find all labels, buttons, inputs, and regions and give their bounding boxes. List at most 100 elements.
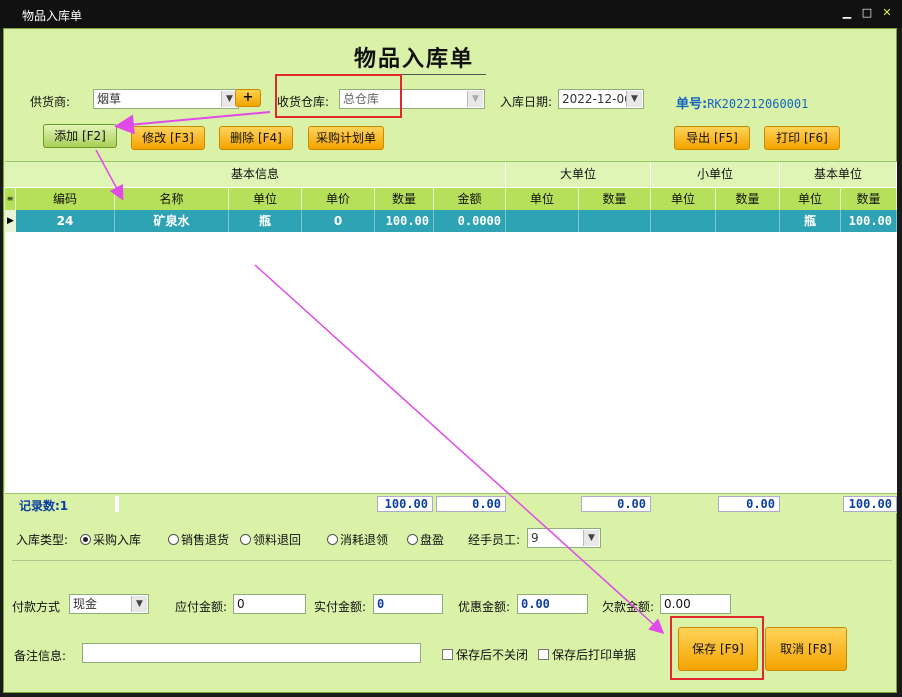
warehouse-label: 收货仓库: (277, 95, 330, 109)
save-button[interactable]: 保存 [F9] (678, 627, 758, 671)
cell-unit[interactable]: 瓶 (229, 210, 302, 232)
row-pointer-icon: ▶ (5, 210, 16, 232)
radio-consume-return[interactable]: 消耗退领 (327, 531, 388, 548)
items-grid: 基本信息 大单位 小单位 基本单位 ≡ 编码 名称 单位 单价 数量 金额 单位… (5, 161, 897, 513)
cell-price[interactable]: 0 (302, 210, 375, 232)
cell-big-unit[interactable] (506, 210, 579, 232)
payment-method-combo[interactable]: 现金 ▼ (69, 594, 149, 614)
checkbox-no-close[interactable]: 保存后不关闭 (442, 646, 528, 663)
checkbox-icon (442, 649, 453, 660)
col-name[interactable]: 名称 (115, 188, 229, 210)
radio-material-return[interactable]: 领料退回 (240, 531, 301, 548)
checkbox-icon (538, 649, 549, 660)
payable-input[interactable]: 0 (233, 594, 306, 614)
remark-label: 备注信息: (14, 649, 67, 663)
col-amount[interactable]: 金额 (434, 188, 506, 210)
payment-method-value: 现金 (73, 597, 98, 611)
title-underline (358, 74, 486, 75)
col-price[interactable]: 单价 (302, 188, 375, 210)
handler-combo[interactable]: 9 ▼ (527, 528, 601, 548)
minimize-icon[interactable]: ▁ (840, 6, 854, 20)
supplier-combo[interactable]: 烟草 ▼ (93, 89, 239, 109)
close-icon[interactable]: ✕ (880, 6, 894, 20)
remark-input[interactable] (82, 643, 421, 663)
col-small-qty[interactable]: 数量 (716, 188, 780, 210)
cancel-button[interactable]: 取消 [F8] (765, 627, 847, 671)
warehouse-combo[interactable]: 总仓库 ▼ (339, 89, 485, 109)
cell-amount[interactable]: 0.0000 (434, 210, 506, 232)
radio-sales-return-label: 销售退货 (181, 533, 230, 547)
radio-checked-icon (80, 534, 91, 545)
form-title: 物品入库单 (354, 46, 475, 72)
radio-inventory-gain[interactable]: 盘盈 (407, 531, 444, 548)
col-qty[interactable]: 数量 (375, 188, 434, 210)
date-label: 入库日期: (500, 95, 553, 109)
record-count: 记录数:1 (19, 499, 69, 513)
cell-small-unit[interactable] (651, 210, 716, 232)
owed-input[interactable]: 0.00 (660, 594, 731, 614)
group-big-unit: 大单位 (506, 162, 651, 188)
chevron-down-icon[interactable]: ▼ (131, 596, 147, 612)
cell-code[interactable]: 24 (16, 210, 115, 232)
total-big: 0.00 (581, 496, 651, 512)
divider (12, 560, 892, 561)
cell-small-qty[interactable] (716, 210, 780, 232)
radio-unchecked-icon (327, 534, 338, 545)
add-button[interactable]: 添加 [F2] (43, 124, 117, 148)
supplier-label: 供货商: (30, 95, 71, 109)
total-amount: 0.00 (436, 496, 506, 512)
inbound-type-label: 入库类型: (16, 533, 69, 547)
table-row[interactable]: ▶ 24 矿泉水 瓶 0 100.00 0.0000 瓶 100.00 (5, 210, 897, 232)
window-title: 物品入库单 (22, 9, 83, 23)
col-big-qty[interactable]: 数量 (579, 188, 651, 210)
maximize-icon[interactable]: □ (860, 6, 874, 20)
chevron-down-icon[interactable]: ▼ (467, 91, 483, 107)
col-base-qty[interactable]: 数量 (841, 188, 897, 210)
export-button[interactable]: 导出 [F5] (674, 126, 750, 150)
total-qty: 100.00 (377, 496, 433, 512)
chevron-down-icon[interactable]: ▼ (583, 530, 599, 546)
print-button[interactable]: 打印 [F6] (764, 126, 840, 150)
delete-button[interactable]: 删除 [F4] (219, 126, 293, 150)
chevron-down-icon[interactable]: ▼ (626, 91, 642, 107)
col-code[interactable]: 编码 (16, 188, 115, 210)
warehouse-value: 总仓库 (343, 92, 380, 106)
purchase-plan-button[interactable]: 采购计划单 (308, 126, 384, 150)
footer-spacer (115, 496, 119, 512)
handler-label: 经手员工: (468, 533, 521, 547)
paid-input[interactable]: 0 (373, 594, 443, 614)
cell-big-qty[interactable] (579, 210, 651, 232)
add-supplier-button[interactable]: + (235, 89, 261, 107)
col-big-unit[interactable]: 单位 (506, 188, 579, 210)
radio-unchecked-icon (407, 534, 418, 545)
radio-purchase[interactable]: 采购入库 (80, 531, 141, 548)
order-number: 单号:RK202212060001 (676, 93, 808, 112)
discount-input[interactable]: 0.00 (517, 594, 588, 614)
radio-unchecked-icon (168, 534, 179, 545)
cell-name[interactable]: 矿泉水 (115, 210, 229, 232)
form-window: 物品入库单 供货商: 烟草 ▼ + 收货仓库: 总仓库 ▼ 入库日期: 2022… (3, 28, 897, 693)
radio-inventory-gain-label: 盘盈 (420, 533, 445, 547)
date-picker[interactable]: 2022-12-06 ▼ (558, 89, 644, 109)
edit-button[interactable]: 修改 [F3] (131, 126, 205, 150)
handler-value: 9 (531, 531, 539, 545)
group-basic-info: 基本信息 (5, 162, 506, 188)
group-small-unit: 小单位 (651, 162, 780, 188)
radio-material-return-label: 领料退回 (253, 533, 302, 547)
total-small: 0.00 (718, 496, 780, 512)
cell-base-unit[interactable]: 瓶 (780, 210, 841, 232)
col-unit[interactable]: 单位 (229, 188, 302, 210)
supplier-value: 烟草 (97, 92, 122, 106)
radio-consume-return-label: 消耗退领 (340, 533, 389, 547)
cell-qty[interactable]: 100.00 (375, 210, 434, 232)
group-base-unit: 基本单位 (780, 162, 897, 188)
title-bar: 物品入库单 ▁ □ ✕ (0, 0, 902, 28)
checkbox-no-close-label: 保存后不关闭 (456, 648, 529, 662)
col-base-unit[interactable]: 单位 (780, 188, 841, 210)
owed-label: 欠款金额: (602, 600, 655, 614)
checkbox-print-after[interactable]: 保存后打印单据 (538, 646, 636, 663)
radio-sales-return[interactable]: 销售退货 (168, 531, 229, 548)
col-small-unit[interactable]: 单位 (651, 188, 716, 210)
cell-base-qty[interactable]: 100.00 (841, 210, 897, 232)
payable-label: 应付金额: (175, 600, 228, 614)
